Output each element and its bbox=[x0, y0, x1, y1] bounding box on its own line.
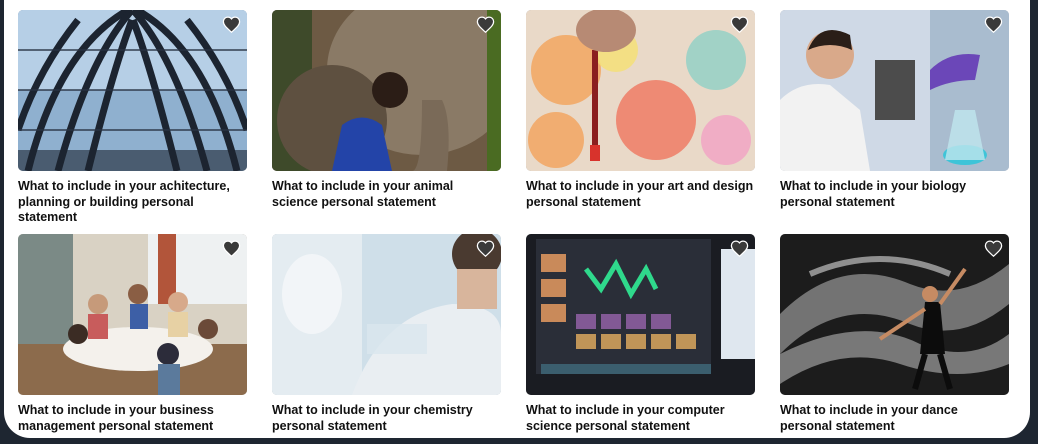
article-card-business-management[interactable]: What to include in your business managem… bbox=[18, 234, 247, 434]
article-title[interactable]: What to include in your business managem… bbox=[18, 403, 247, 434]
elephant-and-person-photo bbox=[272, 10, 501, 171]
article-card-computer-science[interactable]: What to include in your computer science… bbox=[526, 234, 755, 434]
article-title[interactable]: What to include in your dance personal s… bbox=[780, 403, 1009, 434]
article-thumbnail[interactable] bbox=[18, 10, 247, 171]
dancer-flowing-fabric-photo bbox=[780, 234, 1009, 395]
article-thumbnail[interactable] bbox=[18, 234, 247, 395]
article-card-art-design[interactable]: What to include in your art and design p… bbox=[526, 10, 755, 210]
article-card-chemistry[interactable]: What to include in your chemistry person… bbox=[272, 234, 501, 434]
heart-icon[interactable] bbox=[222, 240, 241, 257]
monitor-waveform-photo bbox=[526, 234, 755, 395]
article-card-biology[interactable]: What to include in your biology personal… bbox=[780, 10, 1009, 210]
article-title[interactable]: What to include in your computer science… bbox=[526, 403, 755, 434]
article-card-dance[interactable]: What to include in your dance personal s… bbox=[780, 234, 1009, 434]
article-thumbnail[interactable] bbox=[526, 10, 755, 171]
article-thumbnail[interactable] bbox=[272, 234, 501, 395]
heart-icon[interactable] bbox=[984, 240, 1003, 257]
lab-scientist-microscope-photo bbox=[780, 10, 1009, 171]
article-title[interactable]: What to include in your achitecture, pla… bbox=[18, 179, 247, 226]
heart-icon[interactable] bbox=[476, 240, 495, 257]
article-title[interactable]: What to include in your animal science p… bbox=[272, 179, 501, 210]
article-thumbnail[interactable] bbox=[526, 234, 755, 395]
article-thumbnail[interactable] bbox=[272, 10, 501, 171]
article-card-architecture[interactable]: What to include in your achitecture, pla… bbox=[18, 10, 247, 226]
heart-icon[interactable] bbox=[222, 16, 241, 33]
heart-icon[interactable] bbox=[730, 16, 749, 33]
article-title[interactable]: What to include in your biology personal… bbox=[780, 179, 1009, 210]
heart-icon[interactable] bbox=[730, 240, 749, 257]
article-card-animal-science[interactable]: What to include in your animal science p… bbox=[272, 10, 501, 210]
article-thumbnail[interactable] bbox=[780, 10, 1009, 171]
heart-icon[interactable] bbox=[984, 16, 1003, 33]
blurred-lab-coat-photo bbox=[272, 234, 501, 395]
article-grid-panel: What to include in your achitecture, pla… bbox=[4, 0, 1030, 438]
article-title[interactable]: What to include in your art and design p… bbox=[526, 179, 755, 210]
paintbrush-canvas-photo bbox=[526, 10, 755, 171]
glass-dome-architecture-photo bbox=[18, 10, 247, 171]
article-thumbnail[interactable] bbox=[780, 234, 1009, 395]
team-meeting-table-photo bbox=[18, 234, 247, 395]
article-title[interactable]: What to include in your chemistry person… bbox=[272, 403, 501, 434]
heart-icon[interactable] bbox=[476, 16, 495, 33]
